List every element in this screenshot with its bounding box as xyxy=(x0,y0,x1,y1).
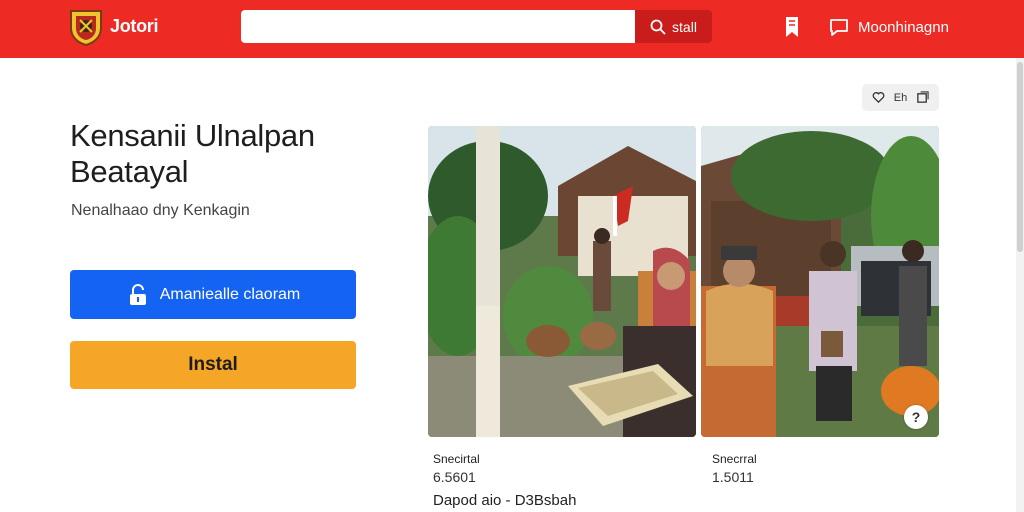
search-icon xyxy=(650,19,666,35)
photo-2-caption-label: Snecrral xyxy=(712,452,757,466)
page-subtitle: Nenalhaao dny Kenkagin xyxy=(71,202,250,219)
question-mark-icon: ? xyxy=(911,409,921,425)
install-button-label: Instal xyxy=(188,354,238,375)
bookmark-icon xyxy=(786,17,798,37)
gallery-photo-2[interactable] xyxy=(701,126,939,437)
help-button[interactable]: ? xyxy=(904,405,928,429)
gallery-photo-1[interactable] xyxy=(428,126,696,437)
photo-1-caption-value: 6.5601 xyxy=(433,469,476,485)
courtyard-photo-image xyxy=(701,126,939,437)
messages-label: Moonhinagnn xyxy=(858,18,949,36)
unlock-icon xyxy=(129,283,146,305)
top-header: Jotori stall Moonhinagnn xyxy=(0,0,1024,58)
search-button[interactable]: stall xyxy=(635,10,712,43)
chat-bubble-icon xyxy=(830,19,848,36)
gallery-action-chip[interactable]: Eh xyxy=(862,84,939,111)
brand-name[interactable]: Jotori xyxy=(110,16,159,37)
primary-action-button[interactable]: Amanieallе claoram xyxy=(70,270,356,319)
messages-button[interactable]: Moonhinagnn xyxy=(828,15,949,39)
photo-1-caption-label: Snecirtal xyxy=(433,452,480,466)
page-title: Kensanii Ulnalpan Beatayal xyxy=(70,118,315,189)
scrollbar-thumb[interactable] xyxy=(1017,62,1023,252)
gallery-footer-text: Dapod aio - D3Bsbah xyxy=(433,492,577,509)
crest-logo-icon[interactable] xyxy=(68,8,104,46)
photo-2-caption-value: 1.5011 xyxy=(712,469,754,485)
install-button[interactable]: Instal xyxy=(70,341,356,389)
garden-photo-image xyxy=(428,126,696,437)
search-input[interactable] xyxy=(241,10,635,43)
bookmark-button[interactable] xyxy=(780,15,804,39)
gallery-action-label: Eh xyxy=(893,91,908,104)
primary-action-label: Amanieallе claoram xyxy=(159,285,301,303)
copy-icon[interactable] xyxy=(916,91,929,104)
search-button-label: stall xyxy=(672,18,697,35)
heart-icon[interactable] xyxy=(872,91,885,104)
